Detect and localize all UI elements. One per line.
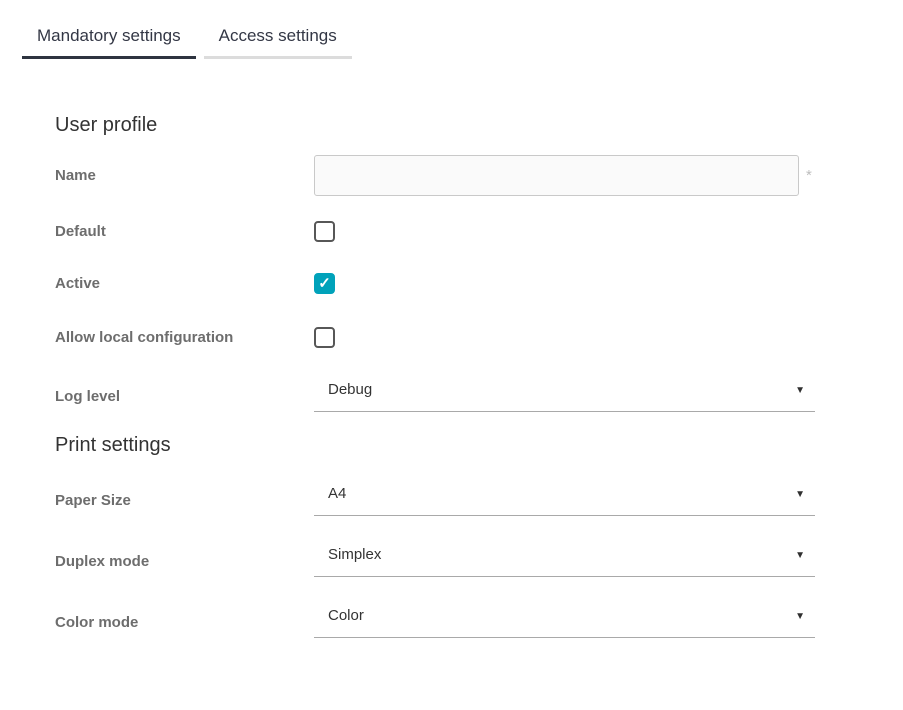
active-checkbox[interactable]: ✓	[314, 273, 335, 294]
color-mode-value: Color	[328, 607, 364, 625]
paper-size-value: A4	[328, 485, 346, 503]
name-label: Name	[55, 167, 314, 184]
duplex-mode-label: Duplex mode	[55, 553, 314, 570]
color-mode-select[interactable]: Color ▼	[314, 607, 815, 638]
chevron-down-icon: ▼	[795, 385, 805, 396]
duplex-mode-row: Duplex mode Simplex ▼	[55, 546, 903, 577]
chevron-down-icon: ▼	[795, 489, 805, 500]
log-level-value: Debug	[328, 381, 372, 399]
section-heading-print-settings: Print settings	[55, 434, 903, 457]
log-level-row: Log level Debug ▼	[55, 381, 903, 412]
section-heading-user-profile: User profile	[55, 114, 903, 137]
allow-local-configuration-row: Allow local configuration ✓	[55, 327, 903, 348]
allow-local-configuration-checkbox[interactable]: ✓	[314, 327, 335, 348]
paper-size-select[interactable]: A4 ▼	[314, 485, 815, 516]
paper-size-label: Paper Size	[55, 492, 314, 509]
default-checkbox[interactable]: ✓	[314, 221, 335, 242]
checkmark-icon: ✓	[318, 276, 331, 291]
log-level-select[interactable]: Debug ▼	[314, 381, 815, 412]
tab-mandatory-settings[interactable]: Mandatory settings	[22, 22, 196, 59]
duplex-mode-select[interactable]: Simplex ▼	[314, 546, 815, 577]
color-mode-row: Color mode Color ▼	[55, 607, 903, 638]
chevron-down-icon: ▼	[795, 550, 805, 561]
active-row: Active ✓	[55, 273, 903, 294]
paper-size-row: Paper Size A4 ▼	[55, 485, 903, 516]
required-asterisk: *	[806, 167, 812, 184]
allow-local-configuration-label: Allow local configuration	[55, 329, 314, 346]
name-row: Name *	[55, 155, 903, 196]
active-label: Active	[55, 275, 314, 292]
default-row: Default ✓	[55, 221, 903, 242]
name-input[interactable]	[314, 155, 799, 196]
settings-tabs: Mandatory settings Access settings	[22, 22, 903, 59]
color-mode-label: Color mode	[55, 614, 314, 631]
default-label: Default	[55, 223, 314, 240]
chevron-down-icon: ▼	[795, 611, 805, 622]
log-level-label: Log level	[55, 388, 314, 405]
duplex-mode-value: Simplex	[328, 546, 381, 564]
tab-access-settings[interactable]: Access settings	[204, 22, 352, 59]
